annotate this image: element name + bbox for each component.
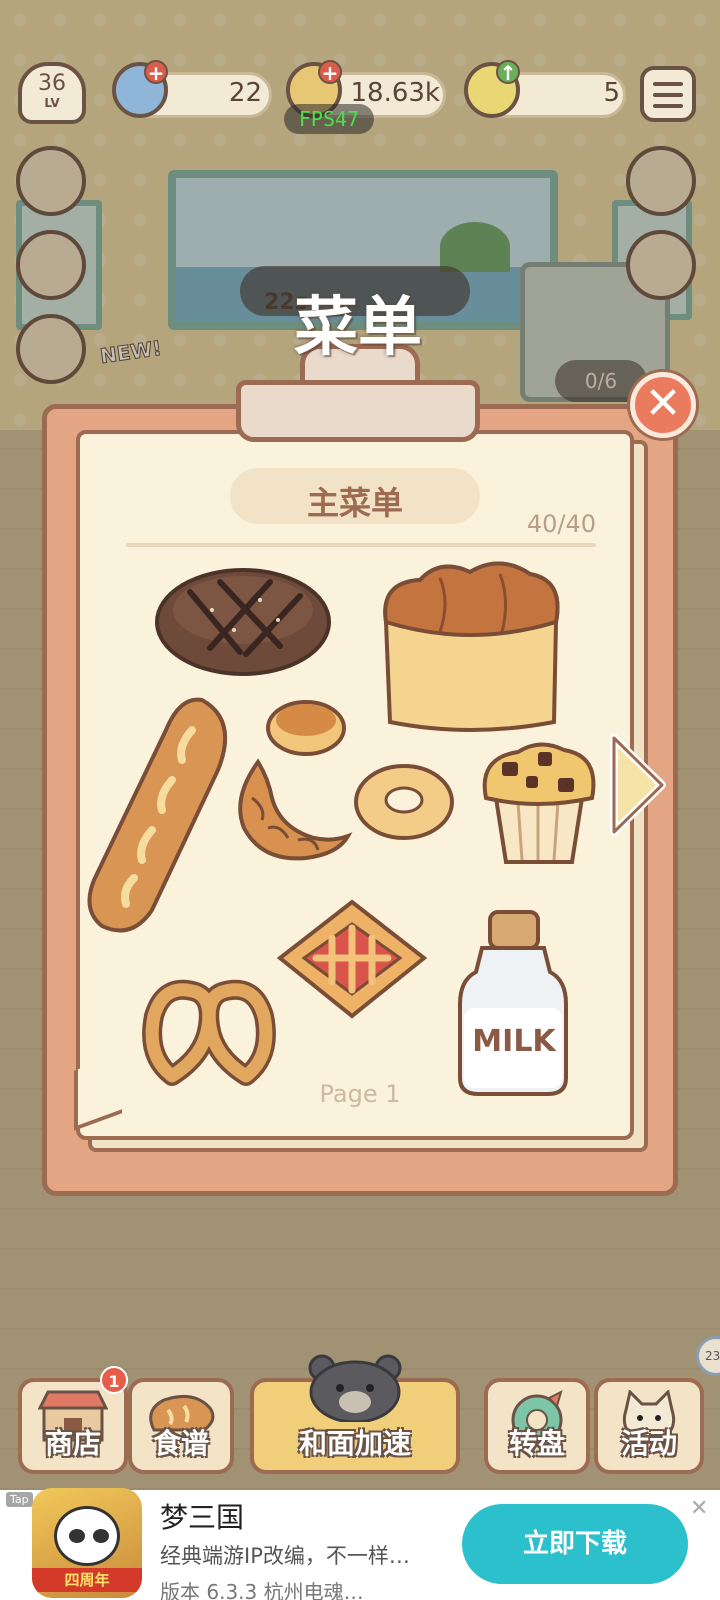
close-button[interactable]: ✕: [630, 372, 696, 438]
events-label: 活动: [620, 1427, 677, 1460]
shop-notification-badge: 1: [100, 1366, 128, 1394]
page-indicator: Page 1: [319, 1080, 401, 1108]
ad-description: 经典端游IP改编，不一样…: [160, 1544, 410, 1568]
pie-pastry-icon[interactable]: [276, 898, 428, 1020]
ad-version: 版本 6.3.3 杭州电魂…: [160, 1580, 364, 1600]
loaf-bread-icon[interactable]: [370, 552, 570, 738]
muffin-icon[interactable]: [478, 738, 600, 870]
gems-value: 22: [228, 78, 262, 108]
level-number: 36: [38, 71, 66, 96]
boule-bread-icon[interactable]: [150, 560, 336, 680]
ad-source-tag: Tap: [6, 1492, 33, 1507]
ad-icon-ribbon: 四周年: [32, 1568, 142, 1592]
wheel-label: 转盘: [508, 1427, 565, 1460]
ad-app-icon[interactable]: 四周年: [32, 1488, 142, 1598]
fps-counter: FPS47: [284, 104, 374, 134]
pretzel-icon[interactable]: [142, 976, 276, 1086]
level-label: LV: [44, 96, 60, 110]
recipes-button[interactable]: 食谱: [128, 1378, 234, 1474]
bun-icon[interactable]: [264, 694, 348, 758]
dialog-title: 菜单: [294, 291, 422, 365]
bear-baker-icon: [308, 1354, 402, 1422]
main-menu-button[interactable]: [640, 66, 696, 122]
recipes-label: 食谱: [152, 1427, 209, 1460]
knead-speedup-label: 和面加速: [298, 1427, 411, 1460]
level-badge[interactable]: 36 LV: [18, 62, 86, 124]
add-coins-icon[interactable]: +: [318, 60, 342, 84]
milk-bottle-icon[interactable]: [454, 908, 572, 1098]
panda-face-icon: [54, 1506, 120, 1566]
header-divider: [126, 543, 596, 547]
events-button[interactable]: 活动: [594, 1378, 704, 1474]
add-gems-icon[interactable]: +: [144, 60, 168, 84]
star-upgrade-icon[interactable]: ↑: [496, 60, 520, 84]
download-now-button[interactable]: 立即下载: [462, 1504, 688, 1584]
baguette-icon[interactable]: [82, 690, 238, 940]
clipboard-clip: [236, 380, 480, 442]
stars-value: 5: [603, 78, 620, 108]
bagel-icon[interactable]: [352, 760, 456, 844]
ad-close-icon[interactable]: ✕: [690, 1496, 708, 1521]
recipe-count: 40/40: [526, 510, 596, 538]
shop-label: 商店: [44, 1427, 101, 1460]
ad-title[interactable]: 梦三国: [160, 1496, 244, 1536]
next-page-arrow-icon[interactable]: [606, 730, 668, 840]
knead-speedup-button[interactable]: 和面加速: [250, 1354, 460, 1474]
menu-subtitle: 主菜单: [306, 484, 403, 522]
wheel-button[interactable]: 转盘: [484, 1378, 590, 1474]
croissant-icon[interactable]: [222, 758, 354, 868]
milk-label: MILK: [472, 1024, 556, 1059]
